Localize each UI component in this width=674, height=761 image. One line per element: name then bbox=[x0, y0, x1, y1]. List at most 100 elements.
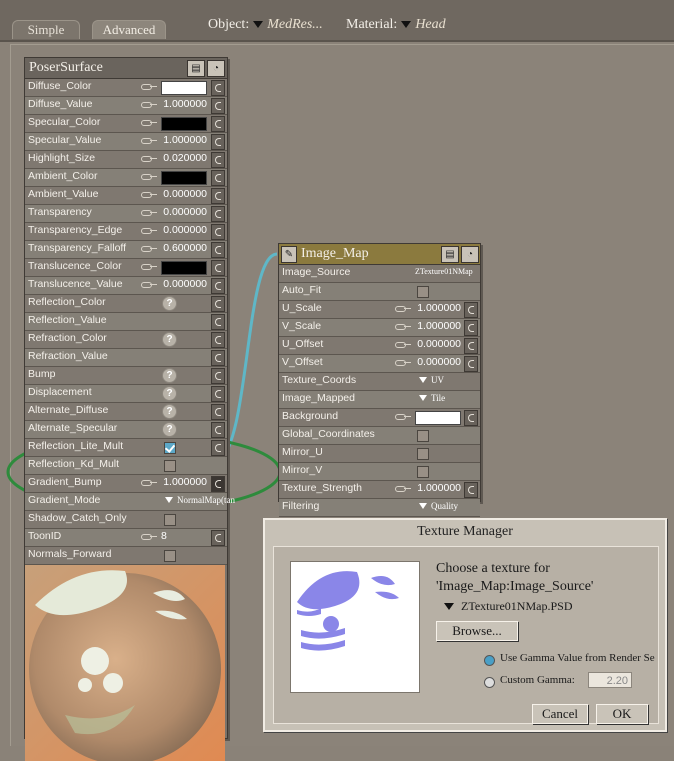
param-value[interactable]: 8 bbox=[161, 530, 171, 542]
param-row[interactable]: Texture_Strength 1.000000 bbox=[279, 481, 480, 499]
param-row[interactable]: Refraction_Color? bbox=[25, 331, 227, 349]
param-row[interactable]: Transparency 0.000000 bbox=[25, 205, 227, 223]
plug-icon[interactable] bbox=[464, 410, 478, 426]
plug-icon[interactable] bbox=[211, 422, 225, 438]
param-row[interactable]: Alternate_Diffuse? bbox=[25, 403, 227, 421]
param-row[interactable]: Reflection_Kd_Mult bbox=[25, 457, 227, 475]
plug-icon[interactable] bbox=[211, 170, 225, 186]
param-value[interactable]: 0.000000 bbox=[157, 188, 207, 200]
node-collapse-icon[interactable]: ◔ bbox=[461, 246, 479, 263]
param-row[interactable]: V_Offset 0.000000 bbox=[279, 355, 480, 373]
node-collapse-icon[interactable]: ◔ bbox=[207, 60, 225, 77]
gradient-mode-dropdown[interactable]: NormalMap(tan bbox=[161, 495, 235, 505]
plug-icon[interactable] bbox=[211, 530, 225, 546]
color-swatch[interactable] bbox=[161, 81, 207, 95]
custom-gamma-radio[interactable] bbox=[484, 677, 495, 688]
plug-icon[interactable] bbox=[211, 134, 225, 150]
file-dropdown-icon[interactable] bbox=[444, 603, 454, 611]
param-row[interactable]: Shadow_Catch_Only bbox=[25, 511, 227, 529]
param-row[interactable]: Transparency_Falloff 0.600000 bbox=[25, 241, 227, 259]
color-swatch[interactable] bbox=[415, 411, 461, 425]
plug-icon[interactable] bbox=[211, 368, 225, 384]
plug-icon[interactable] bbox=[211, 152, 225, 168]
param-value[interactable]: 1.000000 bbox=[157, 134, 207, 146]
poser-surface-node[interactable]: PoserSurface ▤ ◔ Diffuse_Color Diffuse_V… bbox=[24, 57, 235, 761]
plug-icon[interactable] bbox=[211, 224, 225, 240]
texture-file-selector[interactable]: ZTexture01NMap.PSD bbox=[440, 599, 572, 614]
param-row[interactable]: Transparency_Edge 0.000000 bbox=[25, 223, 227, 241]
help-icon[interactable]: ? bbox=[162, 296, 177, 311]
param-row[interactable]: Specular_Color bbox=[25, 115, 227, 133]
checkbox[interactable] bbox=[164, 550, 176, 562]
plug-icon[interactable] bbox=[464, 482, 478, 498]
node-options-icon[interactable]: ▤ bbox=[187, 60, 205, 77]
checkbox[interactable] bbox=[417, 286, 429, 298]
param-value[interactable]: 0.000000 bbox=[157, 224, 207, 236]
param-value[interactable]: 0.000000 bbox=[157, 206, 207, 218]
param-row[interactable]: Reflection_Lite_Mult bbox=[25, 439, 227, 457]
help-icon[interactable]: ? bbox=[162, 422, 177, 437]
plug-icon[interactable] bbox=[211, 332, 225, 348]
param-value[interactable]: 1.000000 bbox=[157, 98, 207, 110]
param-row[interactable]: Alternate_Specular? bbox=[25, 421, 227, 439]
image-mapped-dropdown[interactable]: Tile bbox=[415, 393, 445, 403]
checkbox[interactable] bbox=[417, 466, 429, 478]
help-icon[interactable]: ? bbox=[162, 404, 177, 419]
param-value[interactable]: 0.600000 bbox=[157, 242, 207, 254]
plug-icon[interactable] bbox=[211, 314, 225, 330]
help-icon[interactable]: ? bbox=[162, 386, 177, 401]
color-swatch[interactable] bbox=[161, 171, 207, 185]
param-row[interactable]: Reflection_Value bbox=[25, 313, 227, 331]
plug-icon[interactable] bbox=[464, 320, 478, 336]
param-row[interactable]: V_Scale 1.000000 bbox=[279, 319, 480, 337]
param-row[interactable]: Ambient_Color bbox=[25, 169, 227, 187]
param-row[interactable]: Filtering Quality bbox=[279, 499, 480, 517]
plug-icon[interactable] bbox=[211, 116, 225, 132]
param-row[interactable]: Image_Source ZTexture01NMap bbox=[279, 265, 480, 283]
checkbox[interactable] bbox=[417, 430, 429, 442]
param-row[interactable]: Gradient_Bump 1.000000 bbox=[25, 475, 227, 493]
plug-icon[interactable] bbox=[211, 80, 225, 96]
plug-icon[interactable] bbox=[464, 302, 478, 318]
param-row[interactable]: U_Offset 0.000000 bbox=[279, 337, 480, 355]
param-row[interactable]: Highlight_Size 0.020000 bbox=[25, 151, 227, 169]
param-row[interactable]: Translucence_Color bbox=[25, 259, 227, 277]
param-row[interactable]: ToonID 8 bbox=[25, 529, 227, 547]
use-gamma-radio[interactable] bbox=[484, 655, 495, 666]
param-row[interactable]: Gradient_Mode NormalMap(tan bbox=[25, 493, 235, 511]
param-value[interactable]: 0.000000 bbox=[411, 356, 461, 368]
plug-icon[interactable] bbox=[211, 278, 225, 294]
param-row[interactable]: Auto_Fit bbox=[279, 283, 480, 301]
param-value[interactable]: 1.000000 bbox=[411, 320, 461, 332]
node-options-icon[interactable]: ▤ bbox=[441, 246, 459, 263]
plug-icon[interactable] bbox=[464, 356, 478, 372]
param-value[interactable]: 0.000000 bbox=[157, 278, 207, 290]
plug-icon[interactable] bbox=[211, 98, 225, 114]
browse-button[interactable]: Browse... bbox=[436, 621, 518, 641]
color-swatch[interactable] bbox=[161, 117, 207, 131]
plug-icon[interactable] bbox=[211, 242, 225, 258]
image-source-value[interactable]: ZTexture01NMap bbox=[415, 267, 473, 276]
plug-icon[interactable] bbox=[211, 404, 225, 420]
param-row[interactable]: Normals_Forward bbox=[25, 547, 227, 565]
node-icon[interactable]: ✎ bbox=[281, 246, 297, 263]
plug-icon[interactable] bbox=[211, 188, 225, 204]
plug-icon[interactable] bbox=[211, 296, 225, 312]
param-value[interactable]: 1.000000 bbox=[411, 302, 461, 314]
checkbox[interactable] bbox=[164, 460, 176, 472]
image-map-titlebar[interactable]: ✎ Image_Map ▤ ◔ bbox=[279, 244, 480, 265]
cancel-button[interactable]: Cancel bbox=[532, 704, 588, 724]
poser-surface-titlebar[interactable]: PoserSurface ▤ ◔ bbox=[25, 58, 227, 79]
texture-manager-dialog[interactable]: Texture Manager Choose a texture for 'Im… bbox=[263, 518, 667, 732]
plug-icon[interactable] bbox=[464, 338, 478, 354]
help-icon[interactable]: ? bbox=[162, 368, 177, 383]
texture-coords-dropdown[interactable]: UV bbox=[415, 375, 444, 385]
param-row[interactable]: Mirror_V bbox=[279, 463, 480, 481]
help-icon[interactable]: ? bbox=[162, 332, 177, 347]
param-value[interactable]: 1.000000 bbox=[411, 482, 461, 494]
checkbox[interactable] bbox=[164, 514, 176, 526]
param-row[interactable]: Reflection_Color? bbox=[25, 295, 227, 313]
param-row[interactable]: Displacement? bbox=[25, 385, 227, 403]
param-value[interactable]: 0.020000 bbox=[157, 152, 207, 164]
checkbox[interactable] bbox=[417, 448, 429, 460]
